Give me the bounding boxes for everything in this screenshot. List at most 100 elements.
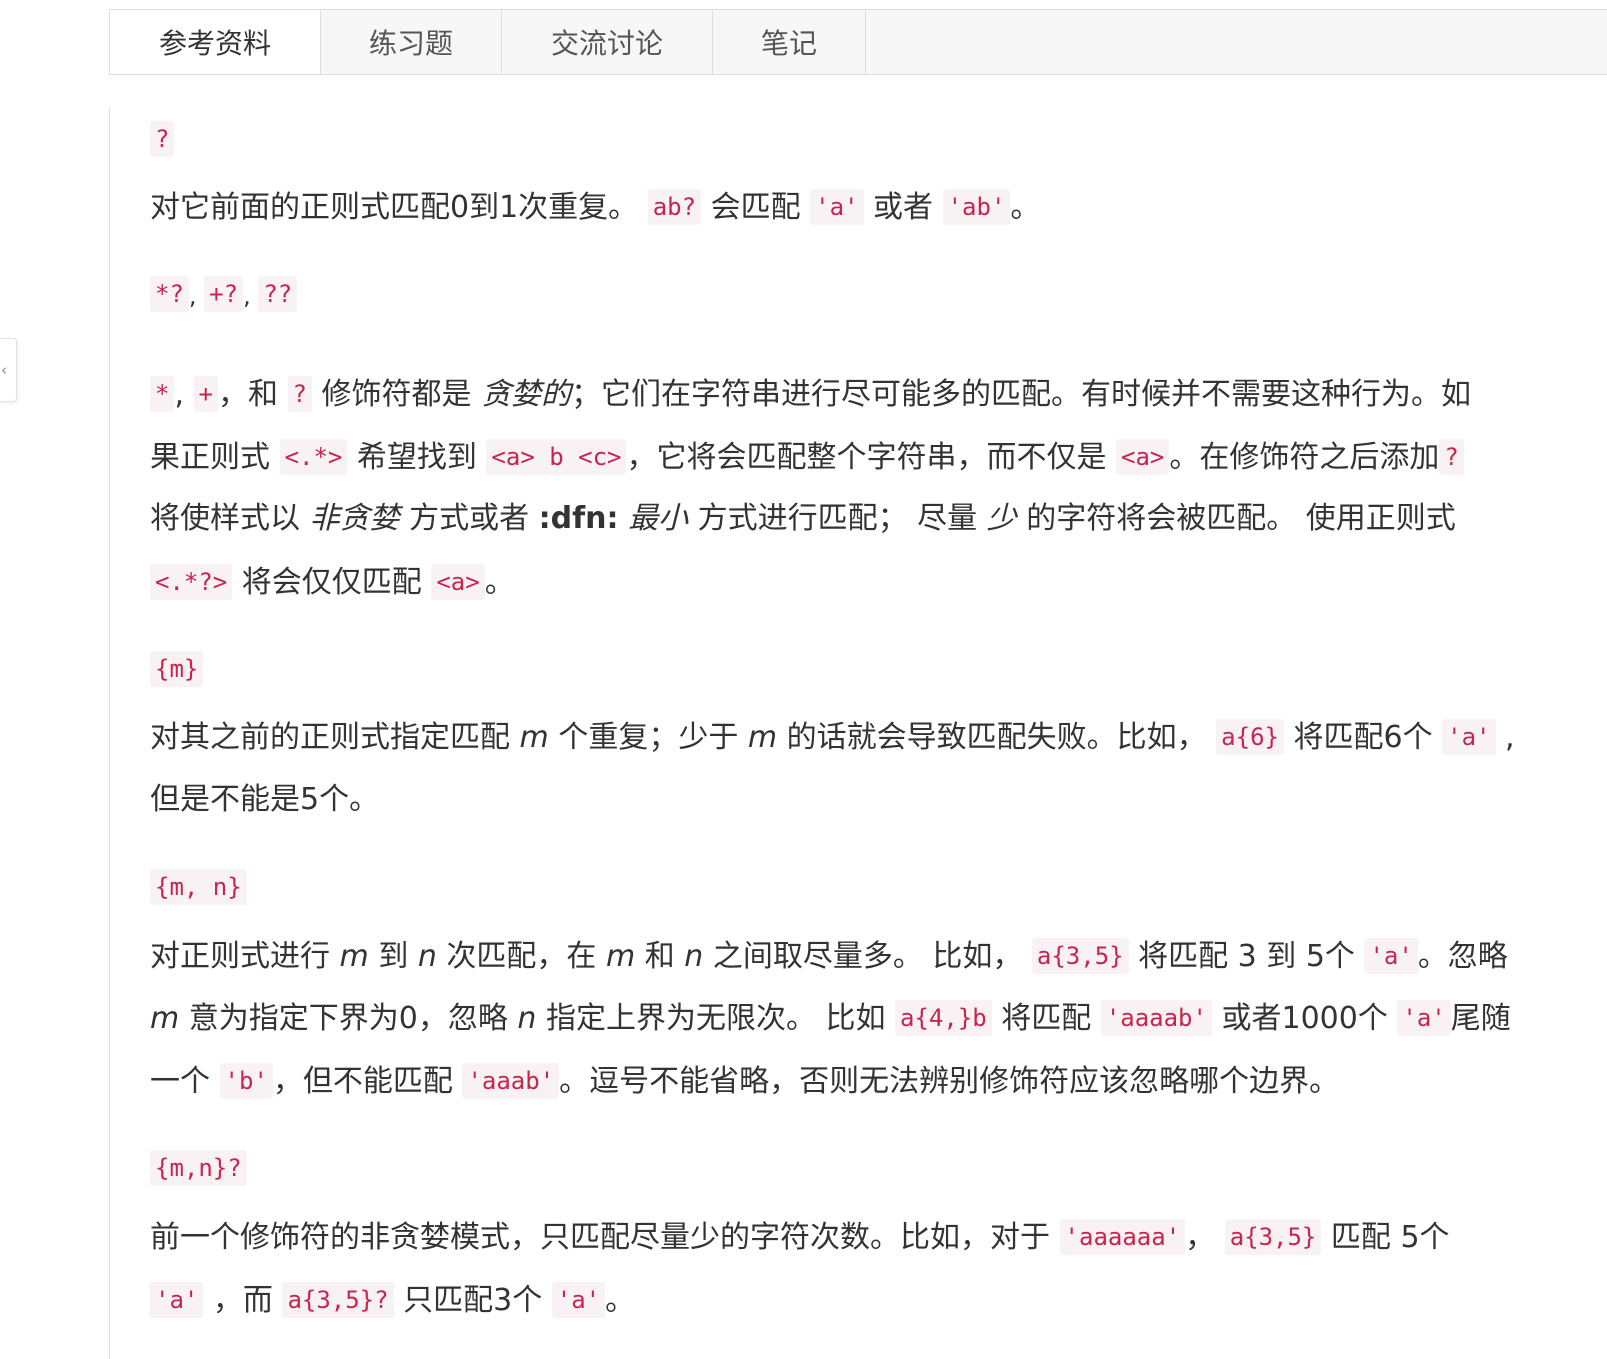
term-m-n-lazy: {m,n}? (150, 1150, 247, 1194)
emphasis: m (150, 1001, 180, 1036)
text: 或者1000个 (1211, 1001, 1398, 1036)
separator: , (243, 282, 259, 310)
text: 只匹配3个 (393, 1283, 552, 1318)
text: , (174, 377, 194, 412)
inline-code: 'a' (1397, 1000, 1451, 1036)
text: 前一个修饰符的非贪婪模式，只匹配尽量少的字符次数。比如，对于 (150, 1220, 1060, 1255)
text: 将匹配6个 (1283, 720, 1443, 755)
text: 尾随 (1450, 1001, 1511, 1036)
tab-discussion[interactable]: 交流讨论 (502, 10, 713, 74)
text: 将使样式以 (150, 501, 310, 536)
inline-code: 'ab' (942, 189, 1011, 225)
emphasis: 少 (986, 501, 1017, 536)
tab-exercises[interactable]: 练习题 (321, 10, 502, 74)
term-question: ? (150, 121, 175, 165)
chevron-left-icon: ‹ (1, 361, 7, 379)
text: 。在修饰符之后添加 (1169, 440, 1440, 475)
emphasis: m (519, 720, 549, 755)
separator: , (188, 282, 205, 310)
text: 指定上界为无限次。 比如 (536, 1001, 896, 1036)
emphasis: m (605, 939, 636, 974)
text: , (1495, 720, 1515, 755)
term-code: ?? (258, 276, 298, 312)
inline-code: a{3,5} (1224, 1219, 1322, 1255)
term-code: {m} (150, 651, 204, 687)
desc-line: 将使样式以 非贪婪 方式或者 :dfn: 最小 方式进行匹配； 尽量 少 的字符… (150, 499, 1456, 539)
emphasis: 最小 (628, 501, 689, 536)
text (619, 501, 629, 536)
desc-line: 对其之前的正则式指定匹配 m 个重复；少于 m 的话就会导致匹配失败。比如， a… (150, 717, 1515, 757)
text: 之间取尽量多。 比如， (703, 939, 1032, 974)
term-lazy: *?, +?, ?? (150, 276, 298, 320)
text: 匹配 5个 (1321, 1220, 1450, 1255)
inline-code: ab? (647, 189, 702, 225)
term-code: {m, n} (150, 869, 247, 905)
term-m-n: {m, n} (150, 869, 247, 913)
emphasis: m (339, 939, 369, 974)
term-code: +? (204, 276, 244, 312)
inline-code: <a> (1116, 439, 1170, 475)
text: 方式进行匹配； 尽量 (688, 501, 987, 536)
sidebar-toggle-button[interactable]: ‹ (0, 338, 17, 402)
inline-code: 'b' (219, 1063, 273, 1099)
term-code: {m,n}? (150, 1150, 247, 1186)
inline-code: 'aaaaaa' (1059, 1219, 1186, 1255)
inline-code: a{3,5}? (282, 1282, 394, 1318)
text: ；它们在字符串进行尽可能多的匹配。有时候并不需要这种行为。如 (571, 377, 1472, 412)
desc-line: 'a' ，而 a{3,5}? 只匹配3个 'a'。 (150, 1280, 635, 1320)
text: 将匹配 3 到 5个 (1128, 939, 1365, 974)
desc-line: 一个 'b' ，但不能匹配 'aaab' 。逗号不能省略，否则无法辨别修饰符应该忽略… (150, 1061, 1339, 1101)
text: 对其之前的正则式指定匹配 (150, 720, 520, 755)
term-code: ? (150, 121, 175, 157)
text: 修饰符都是 (311, 377, 482, 412)
text: 和 (635, 939, 685, 974)
text: 希望找到 (347, 440, 487, 475)
inline-code: 'a' (150, 1282, 204, 1318)
text: 次匹配，在 (436, 939, 606, 974)
emphasis: n (417, 939, 437, 974)
inline-code: ? (287, 376, 312, 412)
text: 。逗号不能省略，否则无法辨别修饰符应该忽略哪个边界。 (559, 1064, 1340, 1099)
desc-line: *, + ，和 ? 修饰符都是 贪婪的；它们在字符串进行尽可能多的匹配。有时候并不… (150, 374, 1471, 414)
bold-text: :dfn: (538, 501, 619, 536)
text: 将会仅仅匹配 (232, 565, 432, 600)
text: 到 (368, 939, 418, 974)
inline-code: + (193, 376, 218, 412)
text: 对它前面的正则式匹配0到1次重复。 (150, 190, 648, 225)
emphasis: 贪婪的 (481, 377, 572, 412)
text: 。 (605, 1283, 636, 1318)
text: 一个 (150, 1064, 220, 1099)
text: 。 (1010, 190, 1041, 225)
tab-reference[interactable]: 参考资料 (110, 10, 321, 74)
emphasis: n (517, 1001, 537, 1036)
desc-line: 果正则式 <.*> 希望找到 <a> b <c> ，它将会匹配整个字符串，而不仅是… (150, 437, 1464, 477)
inline-code: <a> b <c> (486, 439, 627, 475)
text: ，但不能匹配 (272, 1064, 463, 1099)
inline-code: 'a' (551, 1282, 606, 1318)
text: 或者 (863, 190, 943, 225)
inline-code: a{6} (1216, 719, 1284, 755)
text: 。 (484, 565, 515, 600)
inline-code: <.*?> (150, 564, 233, 600)
desc-line: 对正则式进行 m 到 n 次匹配，在 m 和 n 之间取尽量多。 比如， a{3… (150, 936, 1508, 976)
text: 但是不能是5个。 (150, 782, 380, 817)
term-code: *? (150, 276, 189, 312)
text: ，它将会匹配整个字符串，而不仅是 (626, 440, 1117, 475)
inline-code: a{4,}b (895, 1000, 992, 1036)
text: ，而 (203, 1283, 283, 1318)
desc-line: 对它前面的正则式匹配0到1次重复。 ab? 会匹配 'a' 或者 'ab'。 (150, 187, 1040, 227)
inline-code: ? (1439, 439, 1464, 475)
inline-code: 'a' (810, 189, 864, 225)
text: ， (1185, 1220, 1225, 1255)
desc-line: 前一个修饰符的非贪婪模式，只匹配尽量少的字符次数。比如，对于 'aaaaaa'，… (150, 1217, 1450, 1257)
inline-code: <a> (431, 564, 485, 600)
tab-notes[interactable]: 笔记 (713, 10, 866, 74)
inline-code: a{3,5} (1031, 938, 1129, 974)
content-divider (109, 107, 110, 1359)
desc-line: <.*?> 将会仅仅匹配 <a>。 (150, 562, 515, 602)
emphasis: 非贪婪 (309, 501, 400, 536)
inline-code: 'a' (1442, 719, 1496, 755)
text: 方式或者 (399, 501, 539, 536)
inline-code: 'aaab' (462, 1063, 560, 1099)
emphasis: m (747, 720, 778, 755)
